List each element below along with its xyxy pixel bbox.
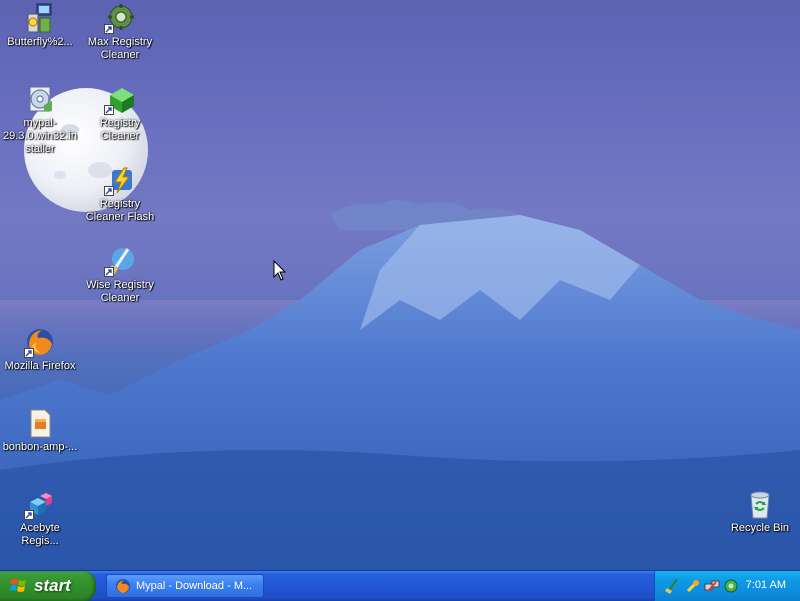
desktop-icon-wise-registry-cleaner[interactable]: Wise Registry Cleaner: [80, 245, 160, 305]
shortcut-arrow-icon: [24, 510, 34, 520]
desktop-icon-label: bonbon-amp-...: [2, 441, 78, 453]
broom-icon: [104, 245, 136, 277]
taskbar-item-mypal[interactable]: Mypal - Download - M...: [106, 574, 264, 598]
installer-icon: [24, 2, 56, 34]
shortcut-arrow-icon: [104, 186, 114, 196]
desktop-icon-bonbon-amp[interactable]: bonbon-amp-...: [0, 407, 80, 454]
desktop-icon-mozilla-firefox[interactable]: Mozilla Firefox: [0, 326, 80, 373]
desktop-icon-label: mypal-29.3.0.win32.installer: [3, 117, 77, 155]
start-label: start: [34, 576, 71, 595]
desktop-icon-label: Mozilla Firefox: [4, 360, 76, 372]
start-button[interactable]: start: [0, 571, 96, 601]
desktop-icon-label: Max Registry Cleaner: [87, 36, 153, 61]
green-cube-icon: [104, 83, 136, 115]
disc-installer-icon: [24, 83, 56, 115]
tray-broom-icon[interactable]: [665, 578, 681, 594]
shortcut-arrow-icon: [24, 348, 34, 358]
lightning-icon: [104, 164, 136, 196]
taskbar: start Mypal - Download - M... 7:01 AM: [0, 570, 800, 601]
shortcut-arrow-icon: [104, 267, 114, 277]
desktop-icon-acebyte-registry[interactable]: Acebyte Regis...: [0, 488, 80, 548]
desktop-icon-label: Recycle Bin: [730, 522, 790, 534]
shortcut-arrow-icon: [104, 105, 114, 115]
desktop-icon-label: Registry Cleaner: [99, 117, 141, 142]
tray-network-icon[interactable]: [704, 578, 720, 594]
desktop-icon-max-registry-cleaner[interactable]: Max Registry Cleaner: [80, 2, 160, 62]
desktop-icon-label: Registry Cleaner Flash: [85, 198, 155, 223]
system-tray: 7:01 AM: [654, 571, 800, 601]
desktop-icon-recycle-bin[interactable]: Recycle Bin: [720, 488, 800, 535]
desktop[interactable]: Butterfly%2... mypal-29.3.0.win32.instal…: [0, 0, 800, 570]
mouse-cursor-icon: [273, 260, 287, 281]
tray-tool-icon[interactable]: [685, 578, 701, 594]
desktop-icon-registry-cleaner-flash[interactable]: Registry Cleaner Flash: [80, 164, 160, 224]
shortcut-arrow-icon: [104, 24, 114, 34]
document-icon: [24, 407, 56, 439]
clock[interactable]: 7:01 AM: [746, 579, 786, 591]
windows-logo-icon: [10, 579, 26, 592]
taskbar-item-label: Mypal - Download - M...: [136, 580, 253, 592]
desktop-icon-registry-cleaner[interactable]: Registry Cleaner: [80, 83, 160, 143]
desktop-icon-label: Acebyte Regis...: [20, 522, 60, 547]
mypal-icon: [116, 579, 130, 593]
desktop-icon-label: Wise Registry Cleaner: [86, 279, 154, 304]
recycle-bin-icon: [744, 488, 776, 520]
tray-gear-icon[interactable]: [723, 578, 739, 594]
cubes-icon: [24, 488, 56, 520]
desktop-icon-label: Butterfly%2...: [7, 36, 73, 48]
gear-icon: [104, 2, 136, 34]
desktop-icon-mypal-installer[interactable]: mypal-29.3.0.win32.installer: [0, 83, 80, 156]
firefox-icon: [24, 326, 56, 358]
desktop-icon-butterfly-installer[interactable]: Butterfly%2...: [0, 2, 80, 49]
